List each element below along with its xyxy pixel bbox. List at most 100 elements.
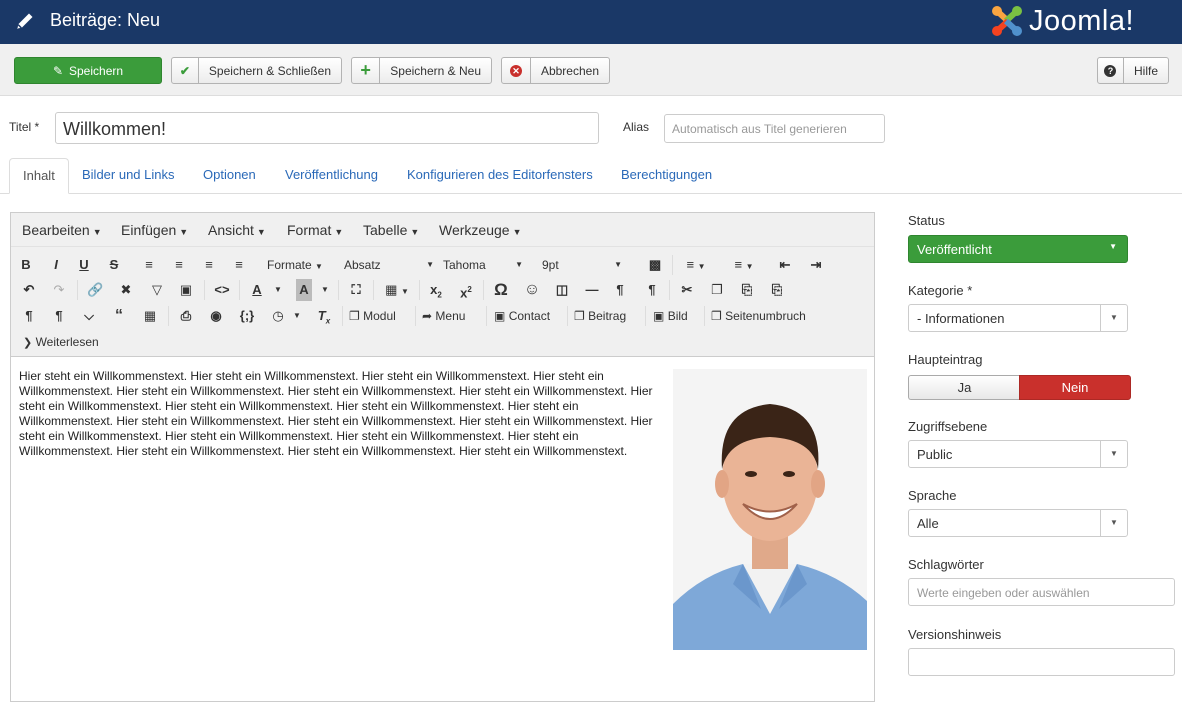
align-right-icon[interactable]: ≡ [201, 254, 217, 276]
strikethrough-icon[interactable]: S [107, 254, 121, 276]
table-icon[interactable]: ▦ ▼ [382, 279, 412, 301]
category-select[interactable]: - Informationen ▼ [908, 304, 1128, 332]
joomla-logo-text: Joomla! [1029, 4, 1135, 37]
chevron-down-icon: ▼ [1100, 510, 1127, 536]
undo-icon[interactable]: ↶ [21, 279, 37, 301]
cancel-icon: ✕ [502, 58, 531, 83]
cancel-button[interactable]: ✕ Abbrechen [501, 57, 610, 84]
menu-ansicht[interactable]: Ansicht ▼ [208, 222, 266, 238]
contact-button[interactable]: ▣ Contact [494, 305, 550, 327]
pagebreak-button[interactable]: ❐ Seitenumbruch [711, 305, 806, 327]
paragraph-icon[interactable]: ¶ [21, 305, 37, 327]
horizontal-rule-icon[interactable]: — [583, 279, 601, 301]
menu-werkzeuge[interactable]: Werkzeuge ▼ [439, 222, 521, 238]
template-icon[interactable]: ▦ [141, 305, 159, 327]
superscript-icon[interactable]: x2 [457, 279, 475, 301]
tab-optionen[interactable]: Optionen [203, 158, 256, 194]
emoticon-icon[interactable]: ☺ [523, 279, 541, 301]
version-note-input[interactable] [908, 648, 1175, 676]
image-icon[interactable]: ▣ [177, 279, 195, 301]
text-color-dropdown-icon[interactable]: ▼ [273, 279, 283, 301]
menu-tabelle[interactable]: Tabelle ▼ [363, 222, 419, 238]
bg-color-icon[interactable]: A [296, 279, 312, 301]
underline-icon[interactable]: U [77, 254, 91, 276]
help-label: Hilfe [1133, 63, 1158, 78]
alias-input[interactable]: Automatisch aus Titel generieren [664, 114, 885, 143]
editor-content[interactable]: Hier steht ein Willkommenstext. Hier ste… [19, 369, 669, 459]
fullscreen-icon[interactable]: ⛶ [347, 279, 365, 301]
access-select[interactable]: Public ▼ [908, 440, 1128, 468]
tab-bilder-links[interactable]: Bilder und Links [82, 158, 175, 194]
show-blocks-icon[interactable]: ¶ [51, 305, 67, 327]
cut-icon[interactable]: ✂ [678, 279, 696, 301]
unlink-icon[interactable]: ✖ [118, 279, 134, 301]
menu-button[interactable]: ➦ Menu [422, 305, 465, 327]
menu-bearbeiten[interactable]: Bearbeiten ▼ [22, 222, 102, 238]
align-justify-icon[interactable]: ≡ [231, 254, 247, 276]
italic-icon[interactable]: I [49, 254, 63, 276]
featured-no-button[interactable]: Nein [1019, 375, 1131, 400]
save-button[interactable]: ✎ Speichern [14, 57, 162, 84]
indent-icon[interactable]: ⇥ [808, 254, 824, 276]
help-button[interactable]: ? Hilfe [1097, 57, 1169, 84]
link-icon[interactable]: 🔗 [87, 279, 103, 301]
outdent-icon[interactable]: ⇤ [777, 254, 793, 276]
cancel-label: Abbrechen [540, 63, 599, 78]
save-new-label: Speichern & Neu [390, 63, 481, 78]
rtl-icon[interactable]: ¶ [643, 279, 661, 301]
status-select[interactable]: Veröffentlicht ▼ [908, 235, 1128, 263]
chevron-down-icon: ❯ [23, 337, 33, 349]
image-button[interactable]: ▣ Bild [653, 305, 688, 327]
text-color-icon[interactable]: A [249, 279, 265, 301]
copy-icon[interactable]: ❐ [708, 279, 726, 301]
title-input[interactable]: Willkommen! [55, 112, 599, 144]
module-button[interactable]: ❐ Modul [349, 305, 396, 327]
block-format-dropdown[interactable]: Absatz ▼ [344, 254, 434, 276]
menu-format[interactable]: Format ▼ [287, 222, 343, 238]
clear-format-icon[interactable]: Tx [316, 305, 332, 327]
font-size-dropdown[interactable]: 9pt ▼ [542, 254, 622, 276]
edit-icon: ✎ [52, 63, 63, 78]
tab-editor-config[interactable]: Konfigurieren des Editorfensters [407, 158, 593, 194]
numbered-list-icon[interactable]: ≡ ▼ [729, 254, 759, 276]
tab-veroeffentlichung[interactable]: Veröffentlichung [285, 158, 378, 194]
codesample-icon[interactable]: {;} [236, 305, 258, 327]
bullet-list-icon[interactable]: ≡ ▼ [681, 254, 711, 276]
special-char-icon[interactable]: Ω [492, 279, 510, 301]
tab-inhalt[interactable]: Inhalt [9, 158, 69, 194]
bg-color-dropdown-icon[interactable]: ▼ [320, 279, 330, 301]
ltr-icon[interactable]: ¶ [611, 279, 629, 301]
subscript-icon[interactable]: x2 [427, 279, 445, 301]
datetime-icon[interactable]: ◷ [269, 305, 287, 327]
print-icon[interactable]: ⎙ [177, 305, 195, 327]
access-value: Public [917, 447, 953, 462]
share-icon: ➦ [422, 309, 433, 323]
find-replace-icon[interactable]: ▩ [647, 254, 663, 276]
redo-icon[interactable]: ↷ [51, 279, 67, 301]
anchor-icon[interactable]: ▽ [149, 279, 165, 301]
paste-icon[interactable]: ⎘ [738, 279, 756, 301]
save-new-button[interactable]: + Speichern & Neu [351, 57, 492, 84]
featured-yes-button[interactable]: Ja [908, 375, 1020, 400]
align-center-icon[interactable]: ≡ [171, 254, 187, 276]
insert-nonbreaking-icon[interactable]: ⌵ [81, 305, 97, 327]
menu-einfuegen[interactable]: Einfügen ▼ [121, 222, 188, 238]
bold-icon[interactable]: B [19, 254, 33, 276]
align-left-icon[interactable]: ≡ [141, 254, 157, 276]
language-select[interactable]: Alle ▼ [908, 509, 1128, 537]
preview-icon[interactable]: ◉ [207, 305, 225, 327]
font-family-dropdown[interactable]: Tahoma ▼ [443, 254, 523, 276]
tags-input[interactable]: Werte eingeben oder auswählen [908, 578, 1175, 606]
datetime-dropdown-icon[interactable]: ▼ [292, 305, 302, 327]
save-close-button[interactable]: ✔ Speichern & Schließen [171, 57, 342, 84]
paste-text-icon[interactable]: ⎘ [768, 279, 786, 301]
media-icon[interactable]: ◫ [553, 279, 571, 301]
code-icon[interactable]: <> [213, 279, 231, 301]
article-button[interactable]: ❐ Beitrag [574, 305, 626, 327]
editor-toolbar: B I U S ≡ ≡ ≡ ≡ Formate ▼ Absatz ▼ Tahoma… [11, 247, 874, 357]
tab-berechtigungen[interactable]: Berechtigungen [621, 158, 712, 194]
readmore-button[interactable]: ❯ Weiterlesen [23, 331, 99, 353]
alias-label: Alias [623, 120, 650, 134]
formats-dropdown[interactable]: Formate ▼ [267, 254, 323, 276]
blockquote-icon[interactable]: “ [110, 305, 128, 327]
